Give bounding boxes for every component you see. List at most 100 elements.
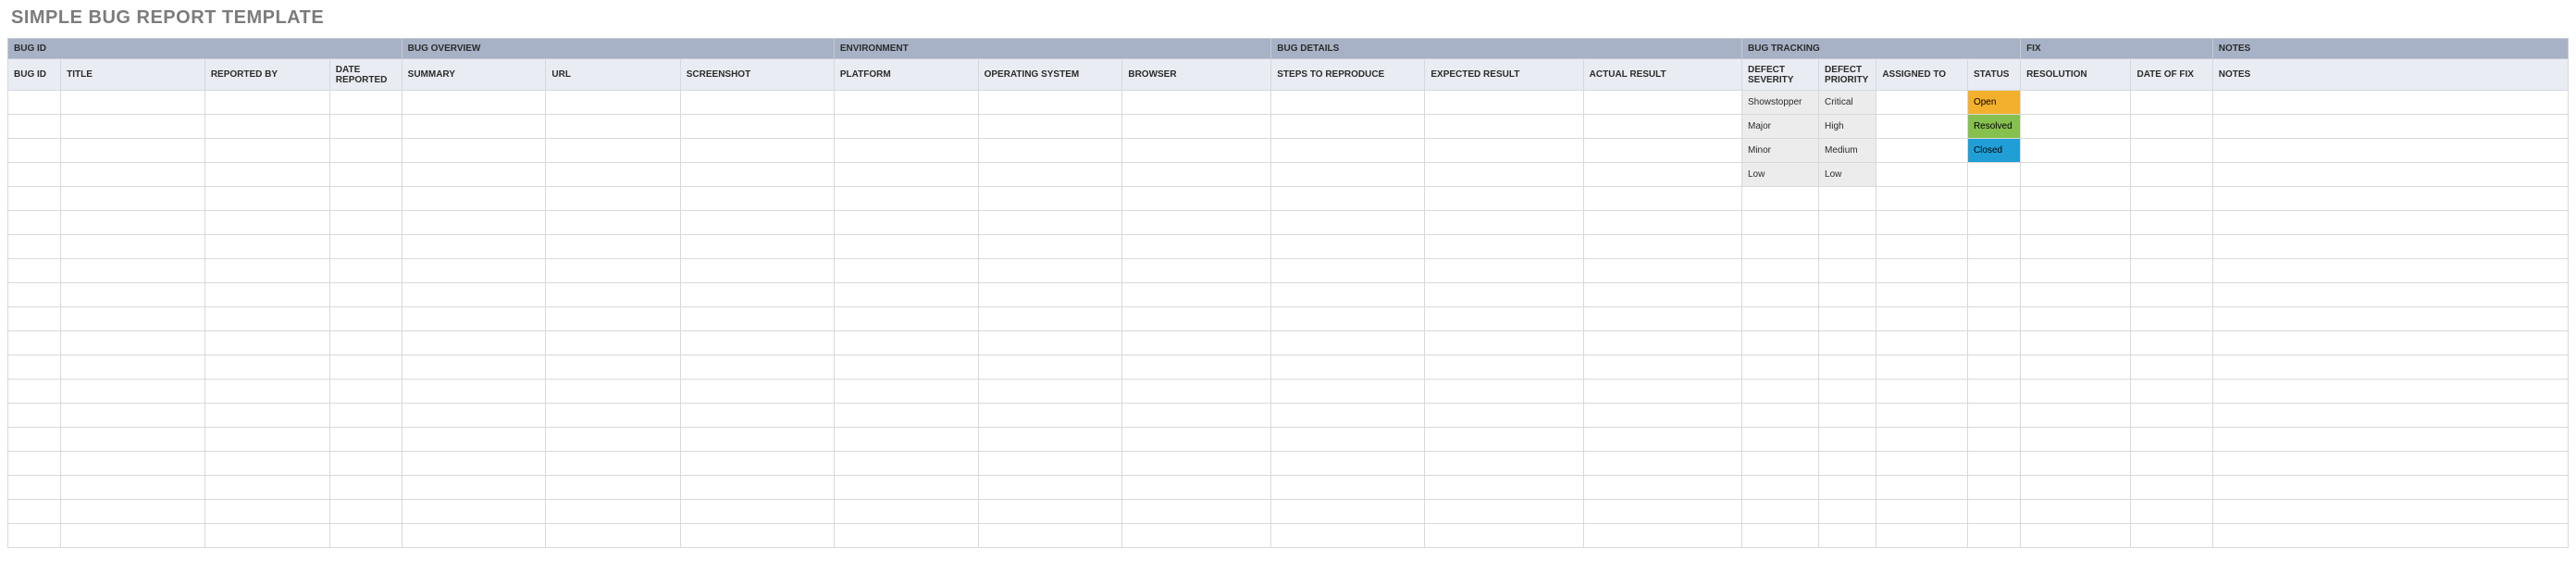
table-cell[interactable] <box>546 235 680 259</box>
table-cell[interactable] <box>834 91 978 115</box>
table-cell[interactable] <box>1876 211 1968 235</box>
table-cell[interactable] <box>546 331 680 355</box>
table-cell[interactable] <box>204 235 329 259</box>
table-cell[interactable] <box>680 524 834 548</box>
table-cell[interactable] <box>61 187 205 211</box>
table-cell[interactable] <box>204 283 329 307</box>
table-cell[interactable] <box>1742 524 1819 548</box>
table-cell[interactable] <box>1271 91 1425 115</box>
table-cell[interactable] <box>978 139 1122 163</box>
table-cell[interactable] <box>1967 524 2020 548</box>
table-cell[interactable] <box>1876 163 1968 187</box>
table-cell[interactable] <box>2212 355 2568 380</box>
table-cell[interactable] <box>2212 115 2568 139</box>
table-cell[interactable] <box>1425 428 1583 452</box>
table-cell[interactable] <box>978 163 1122 187</box>
table-cell[interactable] <box>680 283 834 307</box>
table-cell[interactable] <box>2131 524 2212 548</box>
table-cell[interactable] <box>2131 91 2212 115</box>
table-cell[interactable] <box>680 476 834 500</box>
table-cell[interactable] <box>329 163 402 187</box>
table-cell[interactable] <box>1967 307 2020 331</box>
table-cell[interactable] <box>1819 307 1876 331</box>
table-cell[interactable] <box>978 428 1122 452</box>
table-cell[interactable] <box>834 187 978 211</box>
table-cell[interactable] <box>1425 235 1583 259</box>
table-cell[interactable] <box>1122 331 1271 355</box>
table-cell[interactable] <box>1967 187 2020 211</box>
table-cell[interactable] <box>1122 91 1271 115</box>
table-cell[interactable] <box>546 404 680 428</box>
table-cell[interactable] <box>1967 283 2020 307</box>
table-cell[interactable] <box>978 259 1122 283</box>
table-cell[interactable] <box>1819 355 1876 380</box>
table-cell[interactable] <box>61 428 205 452</box>
table-cell[interactable] <box>2212 91 2568 115</box>
table-cell[interactable] <box>1425 91 1583 115</box>
table-cell[interactable] <box>2021 452 2131 476</box>
table-cell[interactable] <box>1967 380 2020 404</box>
table-cell[interactable] <box>204 307 329 331</box>
table-cell[interactable] <box>2212 331 2568 355</box>
table-cell[interactable] <box>329 115 402 139</box>
table-cell[interactable] <box>8 91 61 115</box>
table-cell[interactable] <box>402 211 546 235</box>
table-cell[interactable] <box>1967 404 2020 428</box>
table-cell[interactable] <box>1425 307 1583 331</box>
table-cell[interactable] <box>2212 404 2568 428</box>
table-cell[interactable] <box>2212 524 2568 548</box>
table-cell[interactable] <box>834 524 978 548</box>
table-cell[interactable] <box>61 476 205 500</box>
table-cell[interactable] <box>2212 259 2568 283</box>
table-cell[interactable] <box>204 115 329 139</box>
table-cell[interactable] <box>329 187 402 211</box>
table-cell[interactable] <box>1271 331 1425 355</box>
table-cell[interactable] <box>834 139 978 163</box>
table-cell[interactable] <box>61 91 205 115</box>
table-cell[interactable] <box>1583 187 1741 211</box>
table-cell[interactable] <box>8 187 61 211</box>
table-cell[interactable] <box>1742 500 1819 524</box>
table-cell[interactable] <box>2131 283 2212 307</box>
table-cell[interactable] <box>1876 524 1968 548</box>
table-cell[interactable] <box>1742 235 1819 259</box>
table-cell[interactable] <box>1425 524 1583 548</box>
table-cell[interactable] <box>402 380 546 404</box>
table-cell[interactable] <box>1425 163 1583 187</box>
table-cell[interactable] <box>1425 187 1583 211</box>
table-cell[interactable] <box>1876 307 1968 331</box>
table-cell[interactable] <box>1742 331 1819 355</box>
table-cell[interactable] <box>1583 355 1741 380</box>
table-cell[interactable] <box>1967 428 2020 452</box>
table-cell[interactable] <box>8 404 61 428</box>
table-cell[interactable] <box>1122 307 1271 331</box>
table-cell[interactable] <box>1583 452 1741 476</box>
table-cell[interactable] <box>1742 476 1819 500</box>
table-cell[interactable] <box>8 115 61 139</box>
table-cell[interactable] <box>61 307 205 331</box>
table-cell[interactable] <box>978 452 1122 476</box>
table-cell[interactable] <box>204 404 329 428</box>
table-cell[interactable] <box>2131 428 2212 452</box>
table-cell[interactable] <box>680 163 834 187</box>
table-cell[interactable] <box>1742 404 1819 428</box>
table-cell[interactable] <box>2131 307 2212 331</box>
table-cell[interactable] <box>2021 235 2131 259</box>
table-cell[interactable] <box>329 476 402 500</box>
table-cell[interactable] <box>329 452 402 476</box>
table-cell[interactable] <box>61 380 205 404</box>
table-cell[interactable] <box>2021 139 2131 163</box>
table-cell[interactable] <box>8 211 61 235</box>
table-cell[interactable] <box>61 259 205 283</box>
table-cell[interactable] <box>1425 259 1583 283</box>
table-cell[interactable] <box>1271 404 1425 428</box>
table-cell[interactable] <box>978 380 1122 404</box>
table-cell[interactable] <box>1271 163 1425 187</box>
table-cell[interactable] <box>1271 187 1425 211</box>
table-cell[interactable] <box>546 476 680 500</box>
table-cell[interactable] <box>1876 476 1968 500</box>
table-cell[interactable] <box>680 380 834 404</box>
table-cell[interactable] <box>546 355 680 380</box>
table-cell[interactable] <box>1876 139 1968 163</box>
table-cell[interactable] <box>1425 452 1583 476</box>
